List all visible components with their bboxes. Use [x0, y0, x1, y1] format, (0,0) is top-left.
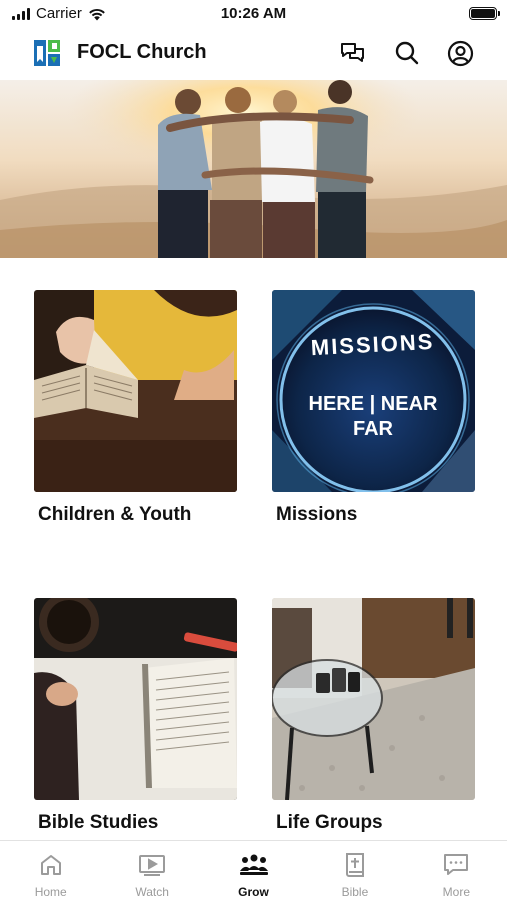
- missions-here-near-text: HERE | NEAR: [309, 393, 439, 415]
- tab-label: Watch: [135, 885, 169, 899]
- home-icon: [36, 851, 66, 879]
- bible-icon: [340, 851, 370, 879]
- card-label: Life Groups: [276, 812, 383, 833]
- status-bar: Carrier 10:26 AM: [0, 0, 507, 28]
- tab-home[interactable]: Home: [0, 841, 101, 900]
- card-missions[interactable]: MISSIONS HERE | NEAR FAR Missions: [272, 290, 475, 526]
- app-title: FOCL Church: [77, 41, 207, 63]
- card-label: Bible Studies: [38, 812, 159, 833]
- app-header: FOCL Church: [0, 28, 507, 78]
- hero-image: [0, 80, 507, 258]
- account-icon[interactable]: [445, 38, 475, 68]
- life-groups-image: [272, 598, 475, 800]
- tab-label: Grow: [238, 885, 269, 899]
- card-label: Missions: [276, 504, 358, 525]
- missions-image: MISSIONS HERE | NEAR FAR: [272, 290, 475, 492]
- card-label: Children & Youth: [38, 504, 192, 525]
- tab-more[interactable]: More: [406, 841, 507, 900]
- tab-bible[interactable]: Bible: [304, 841, 405, 900]
- bible-studies-image: [34, 598, 237, 800]
- church-logo-icon: [34, 40, 60, 66]
- more-chat-icon: [441, 851, 471, 879]
- tab-grow[interactable]: Grow: [203, 841, 304, 900]
- card-children-youth[interactable]: Children & Youth: [34, 290, 237, 526]
- hero-banner[interactable]: [0, 80, 507, 258]
- tab-watch[interactable]: Watch: [101, 841, 202, 900]
- children-youth-image: [34, 290, 237, 492]
- play-video-icon: [137, 851, 167, 879]
- battery-icon: [469, 7, 500, 20]
- tab-label: Home: [34, 885, 67, 899]
- tab-label: Bible: [341, 885, 369, 899]
- card-life-groups[interactable]: Life Groups: [272, 598, 475, 834]
- tab-label: More: [442, 885, 470, 899]
- missions-far-text: FAR: [353, 418, 394, 440]
- card-bible-studies[interactable]: Bible Studies: [34, 598, 237, 834]
- chat-bubbles-icon[interactable]: [338, 38, 368, 68]
- group-icon: [239, 851, 269, 879]
- bottom-tab-bar: Home Watch Grow Bible More: [0, 840, 507, 900]
- status-time: 10:26 AM: [220, 5, 287, 22]
- search-icon[interactable]: [392, 38, 422, 68]
